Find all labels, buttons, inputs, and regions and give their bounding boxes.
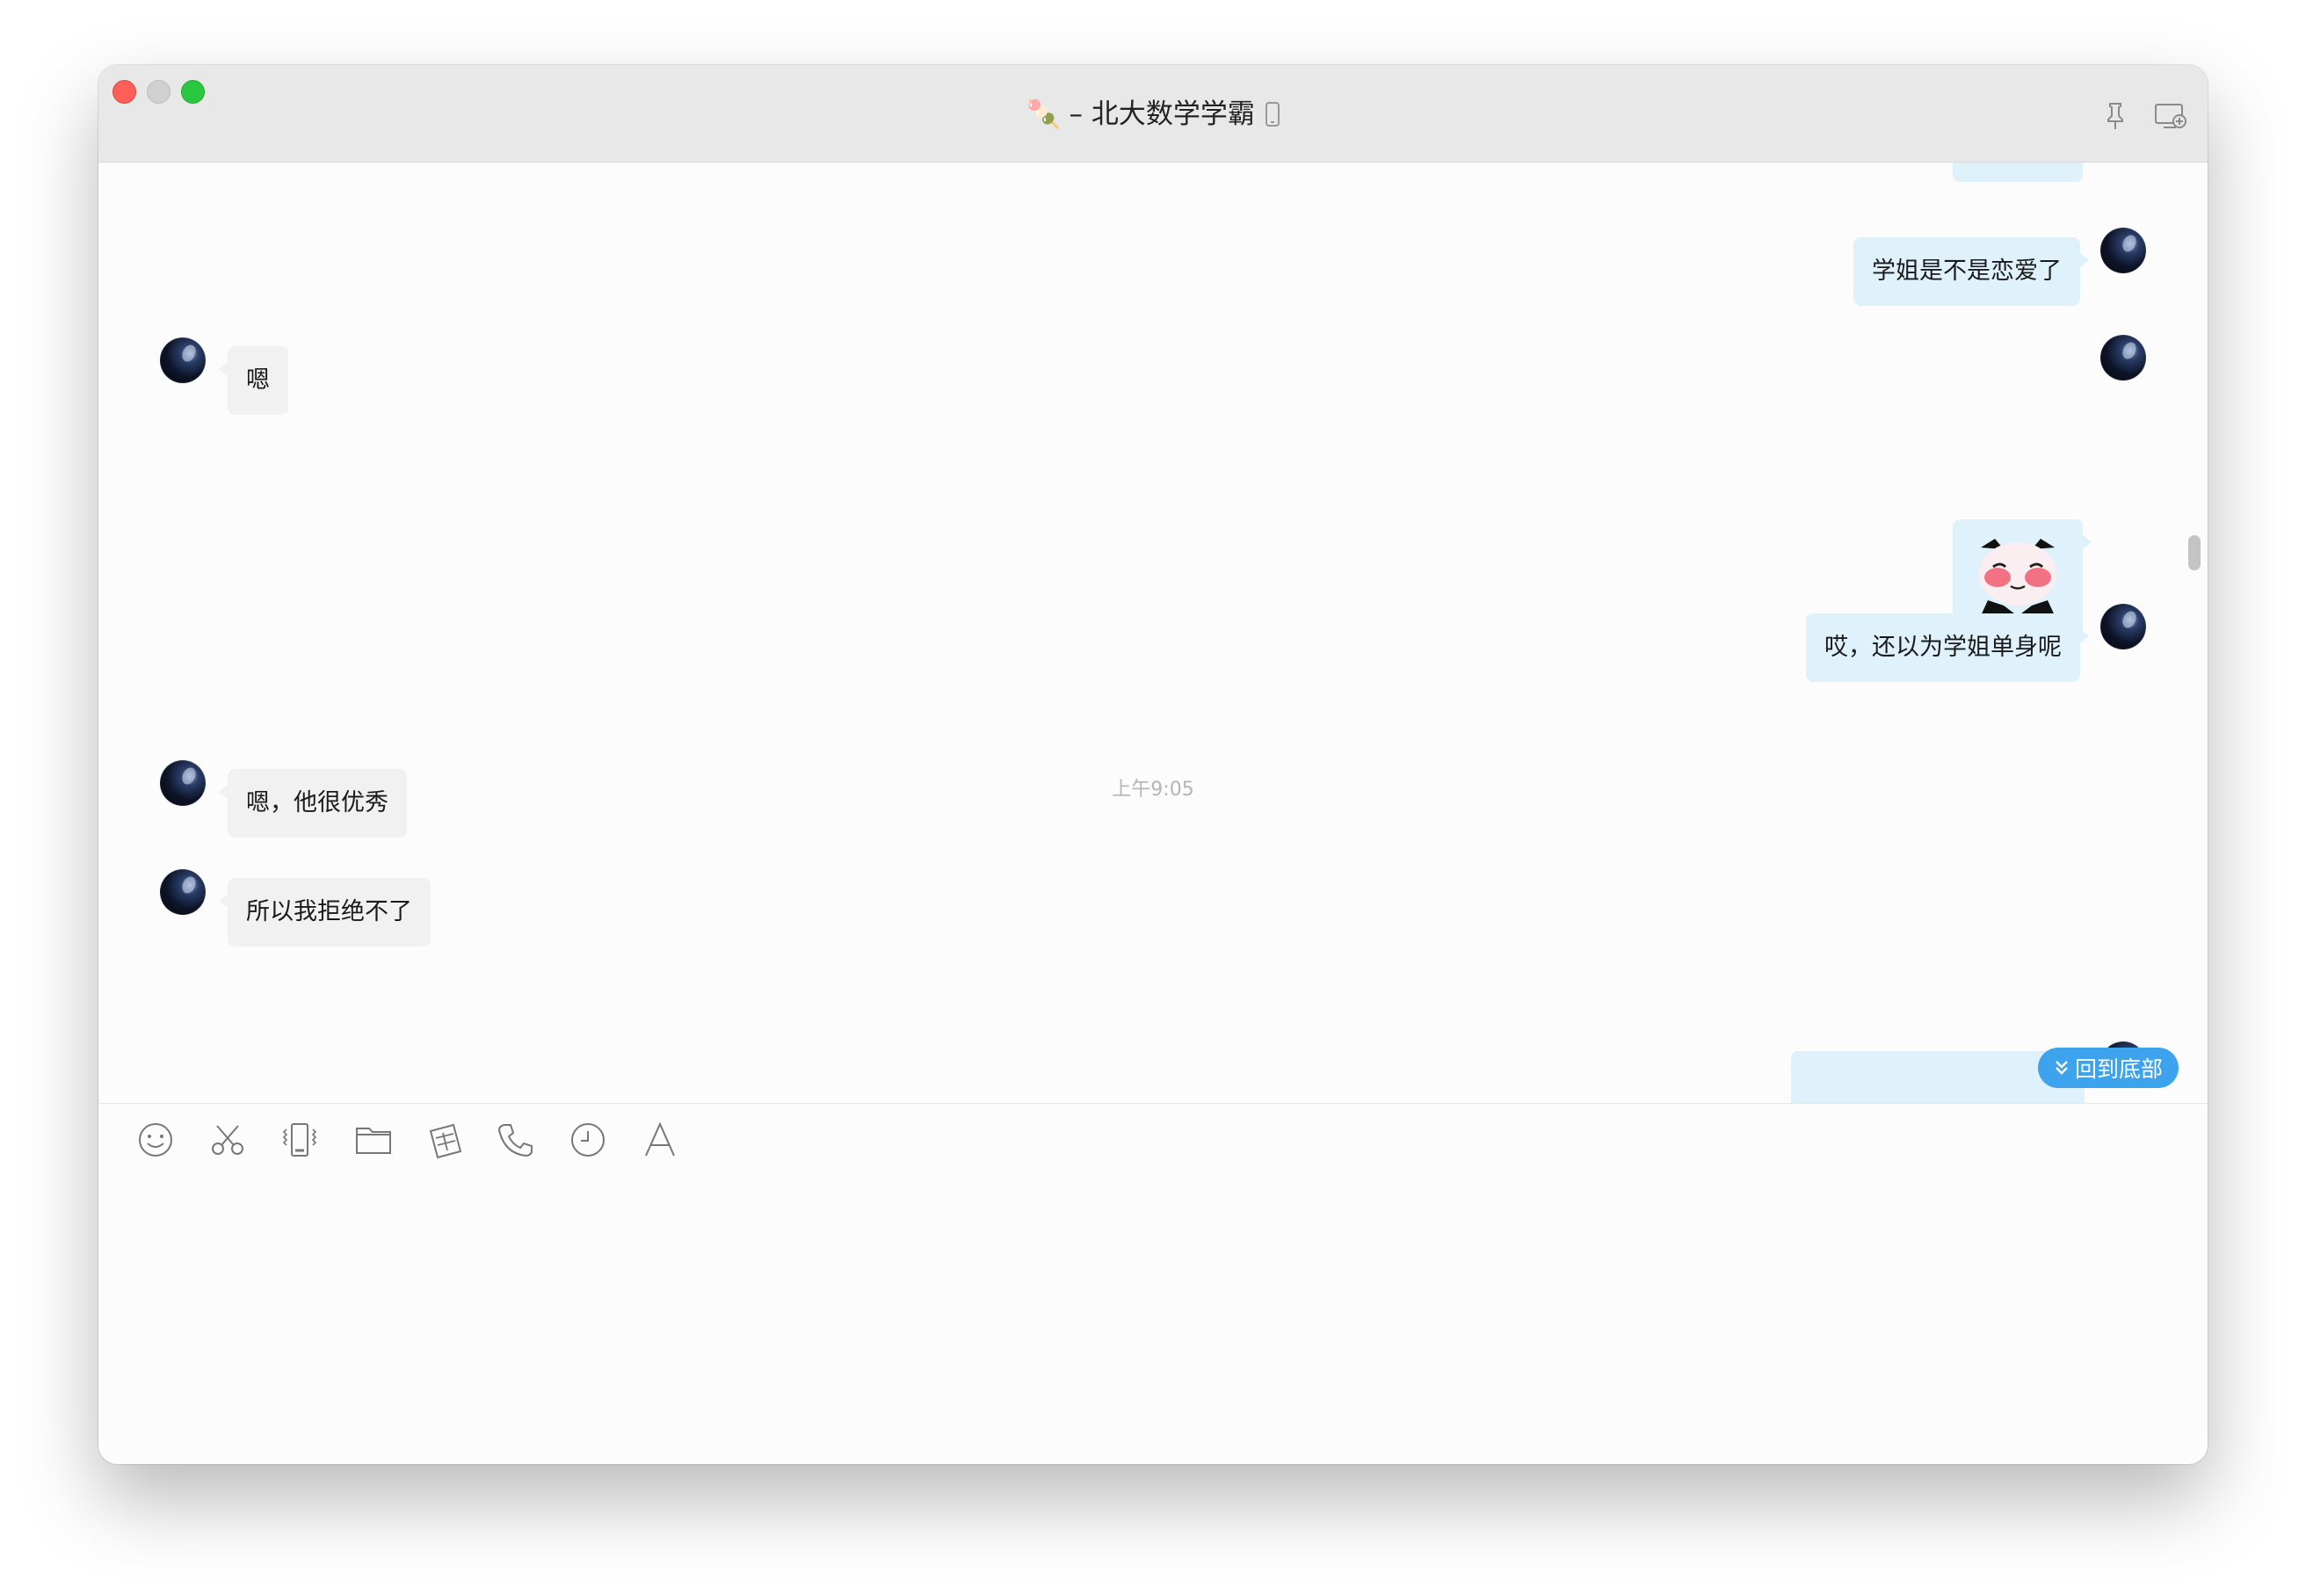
folder-icon <box>356 1128 391 1154</box>
my-avatar[interactable] <box>2100 335 2146 381</box>
input-toolbar <box>98 1104 2208 1183</box>
chat-scrollbar[interactable] <box>2188 535 2201 570</box>
screenshot-icon <box>429 1123 462 1159</box>
chat-window: 🍡 – 北大数学学霸 学姐是不是恋爱了 嗯 哎，还以为学姐单身呢 上午9:05 … <box>98 65 2208 1464</box>
message-bubble-outgoing[interactable]: 哎，还以为学姐单身呢 <box>1806 613 2089 682</box>
send-file-button[interactable] <box>353 1120 394 1160</box>
font-icon <box>645 1121 675 1157</box>
message-input[interactable] <box>98 1183 2208 1464</box>
shake-icon <box>282 1123 317 1157</box>
message-bubble-incoming[interactable]: 所以我拒绝不了 <box>219 878 431 947</box>
contact-name: 🍡 – 北大数学学霸 <box>1026 98 1255 130</box>
back-to-bottom-button[interactable]: 回到底部 <box>2038 1048 2179 1088</box>
clock-icon <box>571 1123 605 1157</box>
voice-call-button[interactable] <box>496 1120 536 1160</box>
window-title: 🍡 – 北大数学学霸 <box>98 96 2208 133</box>
title-bar: 🍡 – 北大数学学霸 <box>98 65 2208 163</box>
message-bubble-incoming[interactable]: 嗯 <box>219 346 288 415</box>
scissors-icon <box>212 1125 243 1155</box>
contact-avatar[interactable] <box>160 337 206 383</box>
panda-blush-sticker-icon <box>1977 539 2058 623</box>
screen-share-icon[interactable] <box>2153 98 2188 134</box>
phone-icon <box>497 1124 533 1157</box>
history-button[interactable] <box>568 1120 608 1160</box>
emoji-icon <box>139 1123 172 1157</box>
font-button[interactable] <box>640 1120 680 1160</box>
message-list[interactable]: 学姐是不是恋爱了 嗯 哎，还以为学姐单身呢 上午9:05 嗯，他很优秀 所以我拒… <box>98 163 2208 1103</box>
shake-button[interactable] <box>279 1120 320 1160</box>
screenshot-cut-button[interactable] <box>207 1120 248 1160</box>
message-timestamp: 上午9:05 <box>1112 779 1194 801</box>
mobile-online-icon <box>1265 102 1280 127</box>
my-avatar[interactable] <box>2100 604 2146 649</box>
my-avatar[interactable] <box>2100 228 2146 273</box>
contact-avatar[interactable] <box>160 760 206 806</box>
image-button[interactable] <box>425 1120 466 1160</box>
emoji-button[interactable] <box>135 1120 176 1160</box>
pin-icon[interactable] <box>2098 98 2133 134</box>
sticker-message[interactable] <box>1953 163 2083 182</box>
contact-avatar[interactable] <box>160 869 206 915</box>
message-bubble-incoming[interactable]: 嗯，他很优秀 <box>219 769 407 838</box>
back-to-bottom-label: 回到底部 <box>2074 1056 2163 1082</box>
message-bubble-outgoing[interactable]: 学姐是不是恋爱了 <box>1853 237 2089 306</box>
double-chevron-down-icon <box>2056 1061 2068 1075</box>
